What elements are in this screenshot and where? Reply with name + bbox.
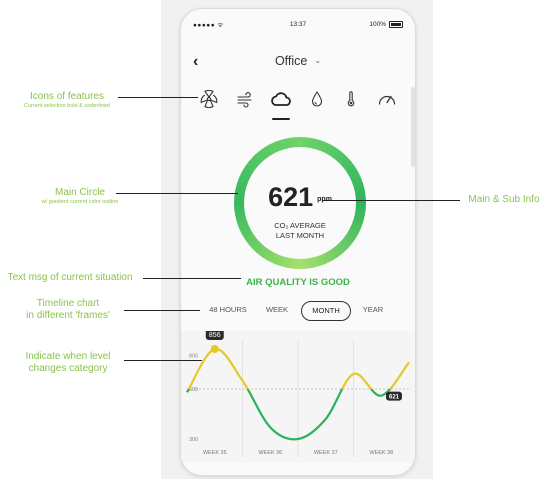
chart-peak-marker: [210, 345, 219, 353]
battery-percent: 100%: [369, 21, 386, 28]
location-name: Office: [274, 54, 308, 68]
chart-x-tick-label: WEEK 38: [369, 450, 393, 456]
main-value-number: 621: [268, 182, 314, 212]
annotation-level: Indicate when level changes category: [10, 351, 126, 375]
feature-radiation[interactable]: [197, 87, 221, 111]
annotation-text-msg-line: [143, 278, 241, 279]
main-circle-inner: 621ppm CO₂ AVERAGE LAST MONTH: [244, 147, 356, 259]
gauge-icon: [378, 95, 396, 105]
feature-humidity[interactable]: [305, 87, 329, 111]
sub-info-line-2: LAST MONTH: [275, 231, 325, 240]
timeline-frame-tabs: 48 HOURS WEEK MONTH YEAR: [201, 301, 401, 321]
feature-temperature[interactable]: [339, 87, 363, 111]
annotation-timeline-line-1: Timeline chart: [36, 298, 100, 309]
chart-x-tick-label: WEEK 36: [258, 450, 282, 456]
chart-peak-label: 856: [209, 332, 221, 339]
annotation-circle-title: Main Circle: [54, 187, 105, 198]
main-circle: 621ppm CO₂ AVERAGE LAST MONTH: [234, 137, 366, 269]
annotation-timeline-line-2: in different 'frames': [26, 310, 110, 321]
annotation-level-line-2: changes category: [28, 363, 108, 374]
droplet-icon: [311, 91, 323, 107]
annotation-main-sub-line: [322, 200, 460, 201]
battery-indicator: 100%: [369, 21, 403, 28]
annotation-icons: Icons of features Current selection bold…: [0, 91, 134, 110]
annotation-circle-sub: w/ gradient current color outline: [41, 199, 119, 205]
tab-year[interactable]: YEAR: [355, 301, 391, 319]
annotation-circle-line: [116, 193, 238, 194]
tab-week[interactable]: WEEK: [259, 301, 295, 319]
annotation-circle: Main Circle w/ gradient current color ou…: [20, 187, 140, 206]
annotation-timeline-line: [124, 310, 200, 311]
chart-end-label: 621: [389, 395, 400, 401]
annotation-level-line: [124, 360, 202, 361]
main-sub-info: CO₂ AVERAGE LAST MONTH: [244, 221, 356, 241]
annotation-text-msg: Text msg of current situation: [7, 272, 133, 283]
chevron-down-icon: ⌄: [314, 56, 322, 65]
chart-y-tick-label: 300: [189, 437, 198, 443]
feature-icons: [195, 87, 401, 120]
radiation-icon: [200, 90, 218, 108]
feature-wind[interactable]: [233, 87, 257, 111]
timeline-chart: WEEK 35 WEEK 36 WEEK 37 WEEK 38800600300856…: [181, 331, 415, 463]
main-value: 621ppm: [244, 182, 356, 213]
annotation-main-sub: Main & Sub Info: [468, 194, 540, 205]
cloud-icon: [271, 92, 291, 106]
phone-side-button: [411, 87, 415, 167]
location-selector[interactable]: Office ⌄: [181, 54, 415, 68]
chart-x-tick-label: WEEK 35: [203, 450, 227, 456]
chart-x-tick-label: WEEK 37: [314, 450, 338, 456]
annotation-icons-line: [118, 97, 198, 98]
annotation-icons-title: Icons of features: [30, 91, 104, 102]
sub-info-line-1: CO₂ AVERAGE: [274, 221, 326, 230]
battery-icon: [389, 21, 403, 28]
feature-cloud[interactable]: [269, 87, 293, 120]
phone-frame: ●●●●● ᯤ 13:37 100% ‹ Office ⌄ 621 CO₂ AV…: [180, 8, 416, 476]
wind-icon: [237, 92, 252, 108]
annotation-icons-sub: Current selection bold & underlined: [24, 103, 110, 109]
thermometer-icon: [347, 91, 355, 107]
feature-pressure[interactable]: [375, 87, 399, 111]
chart-y-tick-label: 800: [189, 354, 198, 360]
annotation-timeline: Timeline chart in different 'frames': [10, 298, 126, 322]
annotation-level-line-1: Indicate when level: [25, 351, 111, 362]
tab-48-hours[interactable]: 48 HOURS: [203, 301, 253, 319]
tab-month[interactable]: MONTH: [301, 301, 351, 321]
